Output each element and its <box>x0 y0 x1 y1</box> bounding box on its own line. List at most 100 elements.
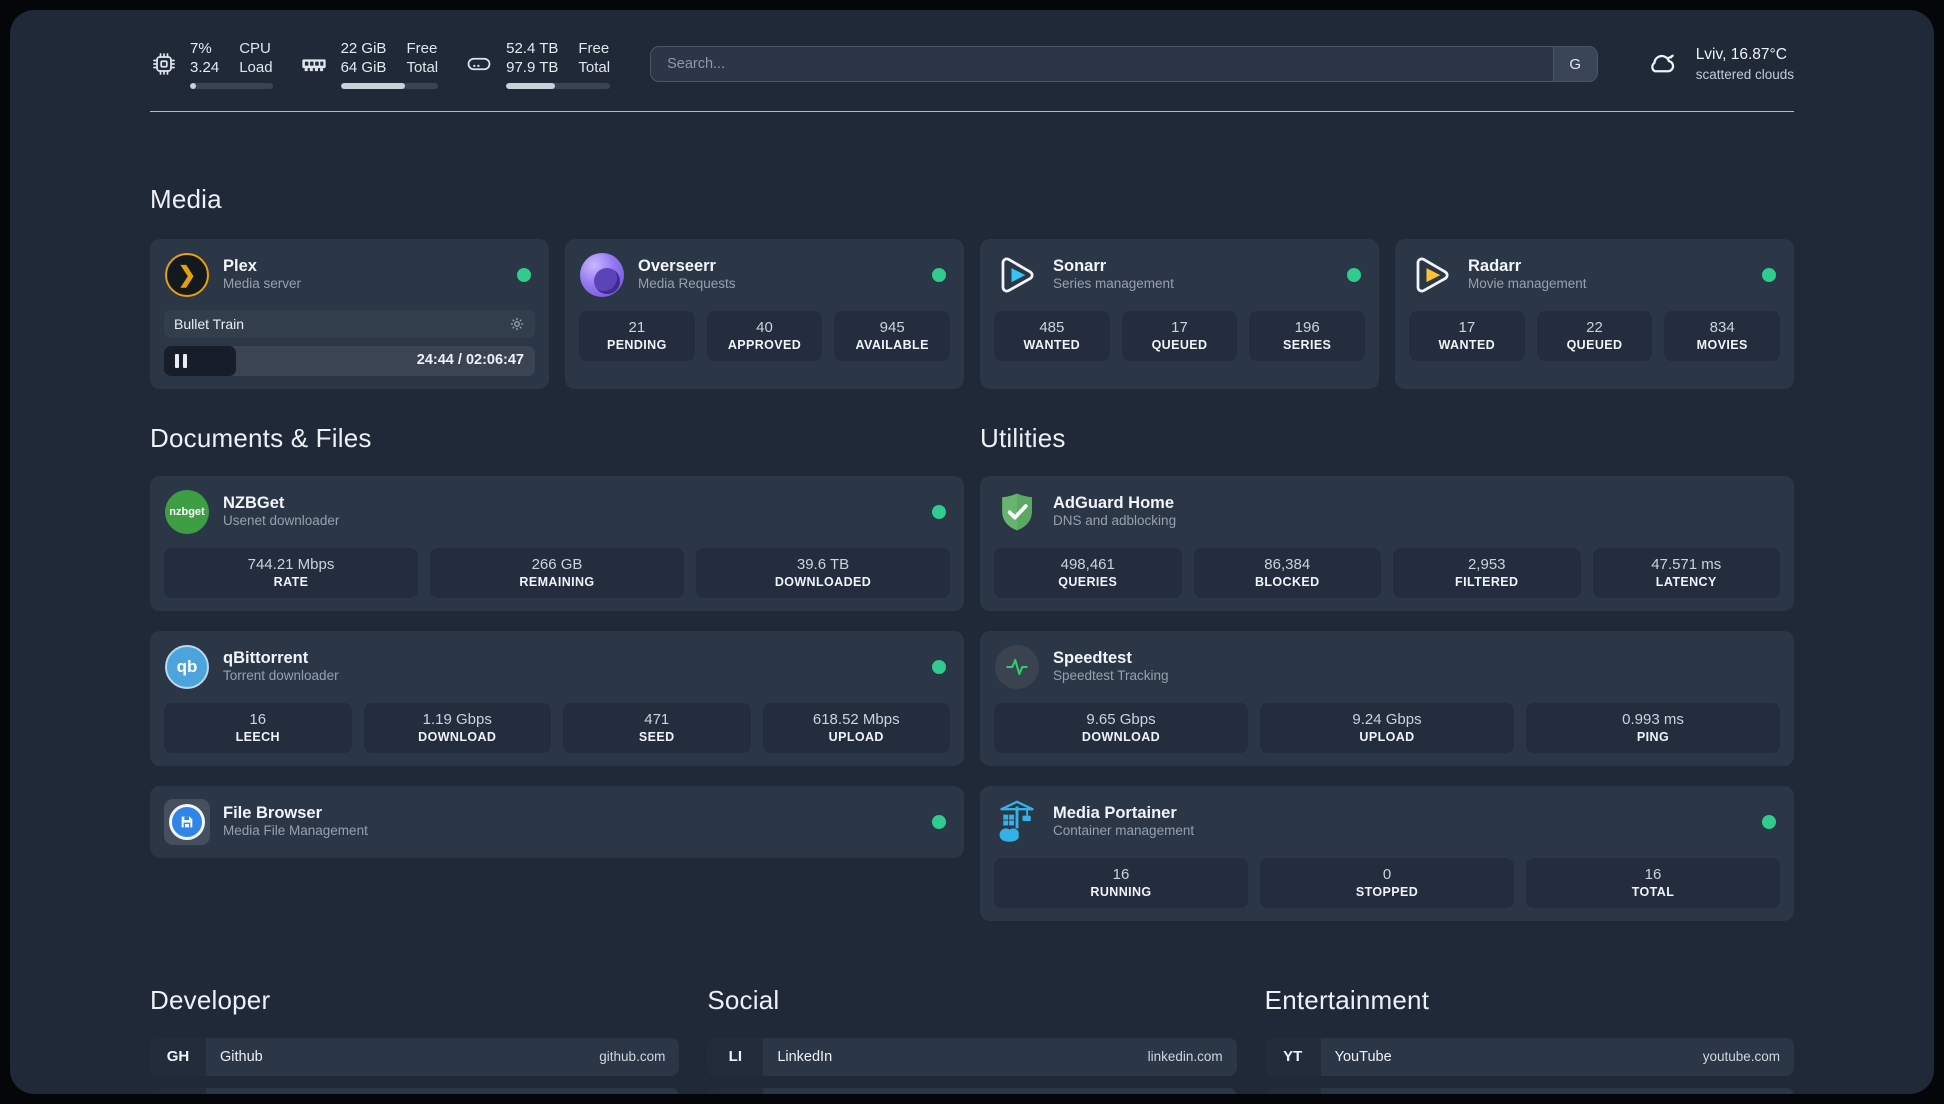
app-card-nzbget[interactable]: nzbget NZBGet Usenet downloader 744.21 M… <box>150 475 964 611</box>
cpu-percent: 7% <box>190 40 212 57</box>
app-card-sonarr[interactable]: Sonarr Series management 485 WANTED 17 Q… <box>980 238 1379 389</box>
system-stats: 7% 3.24 CPU Load 22 GiB 64 GiB Free Tota… <box>150 40 611 89</box>
search-bar: G <box>650 46 1598 83</box>
search-input[interactable] <box>651 47 1553 82</box>
media-grid: ❯ Plex Media server Bullet Train 24:44 /… <box>150 238 1794 389</box>
section-title-social: Social <box>707 984 780 1015</box>
stat-tile: 498,461 QUERIES <box>994 547 1182 598</box>
search-engine-button[interactable]: G <box>1552 47 1597 82</box>
disk-label-bottom: Total <box>578 58 611 76</box>
link-twitter[interactable]: TW Twitter twitter.com <box>707 1087 1237 1094</box>
weather-location: Lviv, 16.87°C <box>1695 46 1787 64</box>
app-name: Radarr <box>1468 256 1522 275</box>
stat-tile: 485 WANTED <box>994 310 1110 361</box>
link-youtube[interactable]: YT YouTube youtube.com <box>1264 1037 1794 1076</box>
app-name: Speedtest <box>1053 648 1132 667</box>
app-subtitle: Movie management <box>1468 276 1587 292</box>
stat-tile: 86,384 BLOCKED <box>1193 547 1381 598</box>
section-title-developer: Developer <box>150 984 271 1015</box>
overseerr-icon <box>579 252 625 298</box>
app-name: Media Portainer <box>1053 803 1177 822</box>
pause-icon[interactable] <box>175 353 187 368</box>
cloud-icon <box>1642 45 1682 84</box>
adguard-icon <box>994 489 1040 535</box>
header: 7% 3.24 CPU Load 22 GiB 64 GiB Free Tota… <box>150 40 1794 89</box>
app-card-plex[interactable]: ❯ Plex Media server Bullet Train 24:44 /… <box>150 238 549 389</box>
cpu-label-top: CPU <box>239 40 271 57</box>
stat-tile: 744.21 Mbps RATE <box>164 547 418 598</box>
disk-icon <box>464 50 494 78</box>
stat-tile: 17 QUEUED <box>1121 310 1238 361</box>
stat-tile: 22 QUEUED <box>1536 310 1653 361</box>
ram-label-bottom: Total <box>406 58 439 76</box>
app-card-portainer[interactable]: Media Portainer Container management 16 … <box>980 785 1794 921</box>
playback-time: 24:44 / 02:06:47 <box>416 351 524 368</box>
app-card-overseerr[interactable]: Overseerr Media Requests 21 PENDING 40 A… <box>565 238 964 389</box>
status-badge <box>932 267 946 282</box>
disk-progress-bar <box>506 82 611 89</box>
stat-tile: 9.24 Gbps UPLOAD <box>1260 702 1514 753</box>
weather-condition: scattered clouds <box>1695 66 1794 82</box>
section-title-media: Media <box>150 183 222 214</box>
app-name: Plex <box>223 256 257 275</box>
app-name: Sonarr <box>1053 256 1107 275</box>
link-linkedin[interactable]: LI LinkedIn linkedin.com <box>707 1037 1237 1076</box>
cpu-load-value: 3.24 <box>190 58 220 76</box>
section-title-documents: Documents & Files <box>150 422 372 453</box>
utilities-column: Utilities AdGuard Home DNS and adblockin… <box>980 423 1794 921</box>
sonarr-icon <box>994 252 1040 298</box>
stat-tile: 16 TOTAL <box>1526 857 1780 908</box>
filebrowser-icon <box>164 798 210 845</box>
app-subtitle: Container management <box>1053 823 1195 839</box>
now-playing-title: Bullet Train <box>174 315 245 332</box>
status-badge <box>932 504 946 519</box>
app-subtitle: Media Requests <box>638 276 736 292</box>
stat-tile: 16 LEECH <box>164 702 352 753</box>
stat-tile: 945 AVAILABLE <box>834 310 951 361</box>
status-badge <box>517 267 531 282</box>
disk-free-value: 52.4 TB <box>506 40 559 57</box>
weather-widget[interactable]: Lviv, 16.87°C scattered clouds <box>1642 45 1794 84</box>
app-subtitle: Series management <box>1053 276 1174 292</box>
app-name: NZBGet <box>223 493 285 512</box>
link-netflix[interactable]: NF Netflix netflix.com <box>1264 1087 1794 1094</box>
stat-tile: 618.52 Mbps UPLOAD <box>762 702 950 753</box>
status-badge <box>932 659 946 674</box>
app-subtitle: Torrent downloader <box>223 668 339 684</box>
status-badge <box>1347 267 1361 282</box>
disk-total-value: 97.9 TB <box>506 58 559 76</box>
stat-tile: 40 APPROVED <box>706 310 823 361</box>
app-card-adguard[interactable]: AdGuard Home DNS and adblocking 498,461 … <box>980 475 1794 611</box>
plex-icon: ❯ <box>164 252 210 298</box>
stat-tile: 834 MOVIES <box>1664 310 1781 361</box>
app-name: Overseerr <box>638 256 716 275</box>
links-section-social: Social LI LinkedIn linkedin.com TW Twitt… <box>707 984 1237 1094</box>
app-subtitle: Media server <box>223 276 302 292</box>
radarr-icon <box>1409 252 1455 298</box>
cpu-progress-bar <box>190 82 273 89</box>
link-github[interactable]: GH Github github.com <box>150 1037 680 1076</box>
disk-label-top: Free <box>578 40 610 57</box>
link-stackoverflow[interactable]: SO StackOverflow stackoverflow.com <box>150 1087 680 1094</box>
app-card-filebrowser[interactable]: File Browser Media File Management <box>150 785 964 858</box>
app-card-radarr[interactable]: Radarr Movie management 17 WANTED 22 QUE… <box>1395 238 1794 389</box>
app-name: AdGuard Home <box>1053 493 1175 512</box>
app-card-qbittorrent[interactable]: qb qBittorrent Torrent downloader 16 LEE… <box>150 630 964 766</box>
cpu-icon <box>150 50 178 78</box>
links-section-entertainment: Entertainment YT YouTube youtube.com NF … <box>1264 985 1794 1094</box>
app-name: qBittorrent <box>223 648 309 667</box>
settings-icon[interactable] <box>509 316 525 332</box>
memory-stat: 22 GiB 64 GiB Free Total <box>299 40 439 89</box>
stat-tile: 47.571 ms LATENCY <box>1592 547 1780 598</box>
stat-tile: 21 PENDING <box>579 310 695 361</box>
playback-progress-bar[interactable]: 24:44 / 02:06:47 <box>164 345 535 376</box>
ram-label-top: Free <box>406 40 438 57</box>
ram-progress-bar <box>340 82 439 89</box>
app-card-speedtest[interactable]: Speedtest Speedtest Tracking 9.65 Gbps D… <box>980 630 1794 766</box>
app-subtitle: Speedtest Tracking <box>1053 668 1169 684</box>
ram-icon <box>299 50 329 78</box>
header-divider <box>150 110 1794 112</box>
app-subtitle: DNS and adblocking <box>1053 513 1177 529</box>
storage-stat: 52.4 TB 97.9 TB Free Total <box>464 40 611 89</box>
app-name: File Browser <box>223 803 323 822</box>
